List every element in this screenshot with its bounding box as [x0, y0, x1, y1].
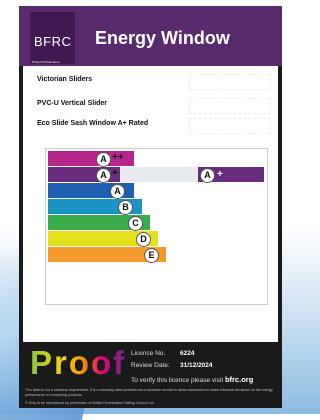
rating-bar-a: A: [48, 183, 134, 199]
verify-line: To verify this licence please visit bfrc…: [131, 375, 253, 384]
licence-number: 6224: [180, 350, 195, 357]
verify-link[interactable]: bfrc.org: [225, 375, 253, 384]
product-field-1: [189, 74, 271, 90]
rating-bar-a-plus: A +: [48, 167, 120, 183]
licence-label: Licence No.: [131, 350, 166, 357]
label-header: BFRC Proven Performance Energy Window: [19, 6, 282, 66]
fine-print: This label is not a statutory requiremen…: [25, 388, 273, 397]
rating-letter: B: [118, 200, 133, 215]
product-field-2: [189, 98, 271, 114]
rating-suffix: +: [112, 168, 118, 179]
current-rating-suffix: +: [217, 169, 223, 180]
page-title: Energy Window: [95, 28, 230, 48]
label-footer: Proof Licence No. 6224 Review Date: 31/1…: [19, 342, 282, 408]
rating-bar-c: C: [48, 215, 150, 231]
rating-bar-a-plus-plus: A ++: [48, 151, 134, 167]
energy-label: BFRC Proven Performance Energy Window Vi…: [19, 6, 282, 408]
review-label: Review Date:: [131, 362, 170, 369]
bfrc-logo: BFRC Proven Performance: [30, 12, 75, 64]
product-line-2: PVC-U Vertical Slider: [37, 100, 108, 107]
rating-letter: C: [128, 216, 143, 231]
rating-letter: A: [96, 152, 111, 167]
current-rating-indicator: A +: [198, 167, 264, 183]
rating-bar-d: D: [48, 231, 158, 247]
rating-letter: A: [110, 184, 125, 199]
rating-scale: A ++ A + A B C D E A +: [45, 148, 268, 305]
rating-letter: D: [136, 232, 151, 247]
rating-letter: E: [144, 248, 159, 263]
rating-letter: A: [96, 168, 111, 183]
review-date: 31/12/2024: [180, 362, 213, 369]
product-line-3: Eco Slide Sash Window A+ Rated: [37, 120, 149, 127]
copyright-note: © Only to be reproduced by permission of…: [25, 401, 154, 405]
product-field-3: [189, 118, 271, 134]
proof-logo: Proof: [30, 344, 127, 381]
logo-tagline: Proven Performance: [32, 60, 60, 64]
rating-bar-e: E: [48, 247, 166, 263]
product-line-1: Victorian Sliders: [37, 76, 93, 83]
logo-text: BFRC: [34, 34, 72, 49]
verify-text: To verify this licence please visit: [131, 377, 224, 384]
current-rating-letter: A: [200, 168, 215, 183]
rating-bar-b: B: [48, 199, 142, 215]
rating-suffix: ++: [112, 152, 124, 163]
